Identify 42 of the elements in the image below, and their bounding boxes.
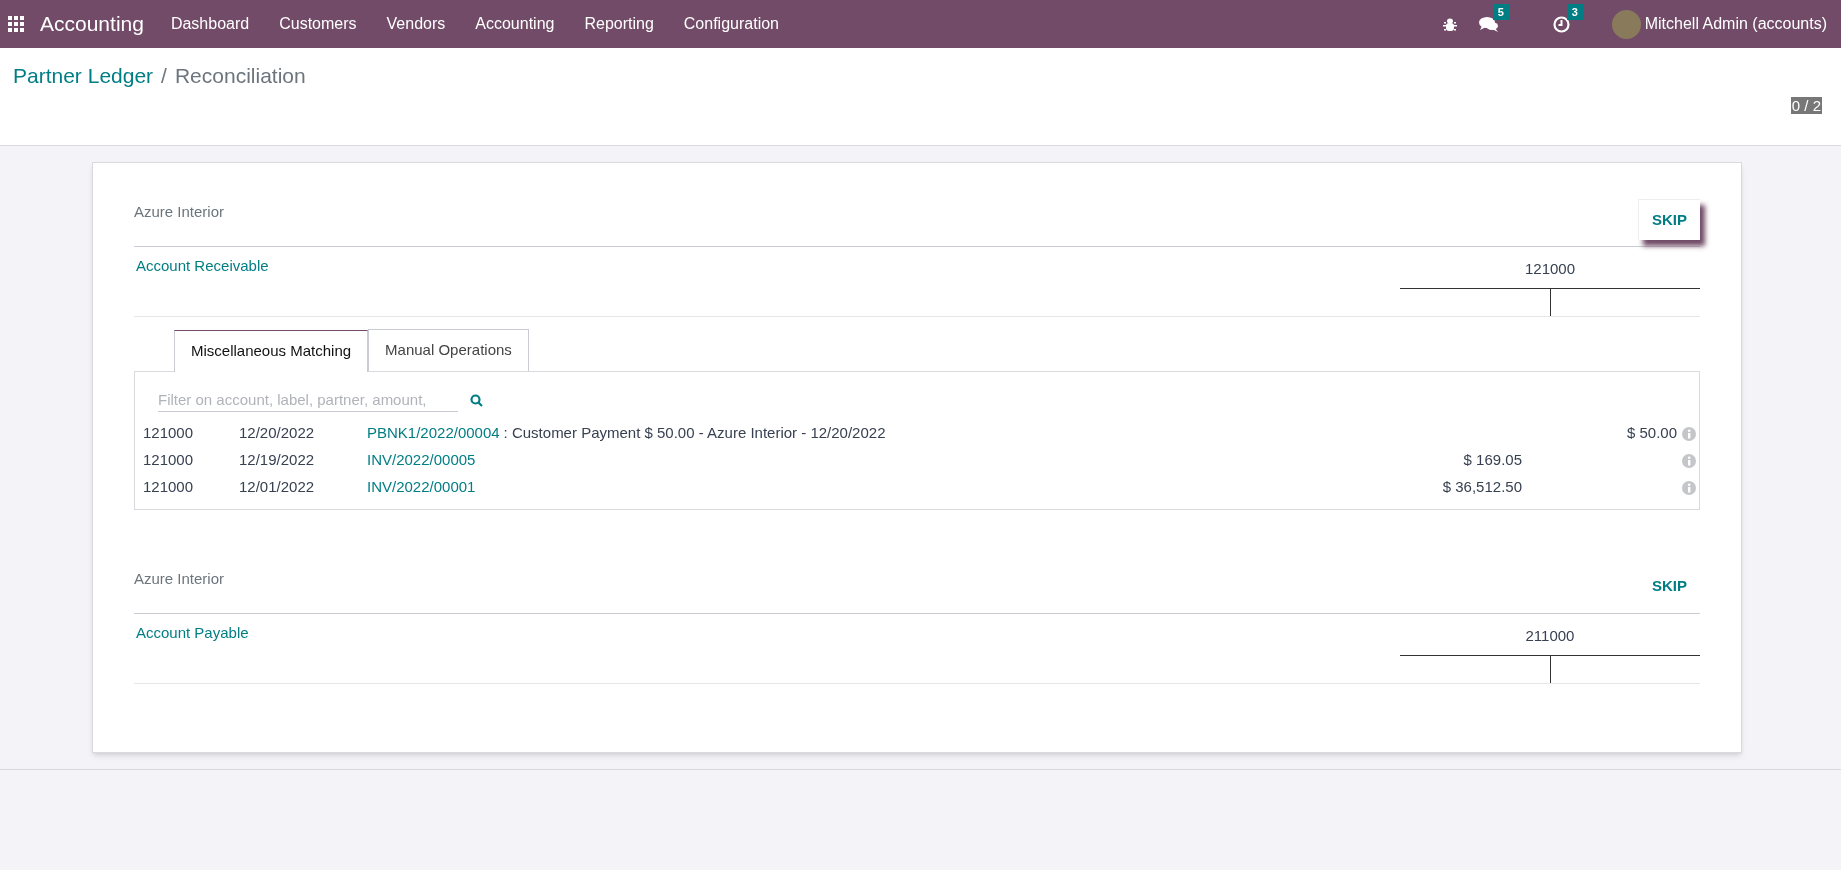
pager-counter: 0 / 2 <box>1790 97 1822 114</box>
breadcrumb-separator: / <box>161 63 167 89</box>
bug-icon[interactable] <box>1442 16 1457 32</box>
account-link[interactable]: Account Payable <box>136 622 249 645</box>
menu-item[interactable]: Vendors <box>371 12 461 36</box>
app-name[interactable]: Accounting <box>40 8 144 40</box>
account-code: 121000 <box>1524 259 1576 278</box>
credit-amount: $ 50.00 <box>1626 424 1677 442</box>
reference-link[interactable]: INV/2022/00005 <box>367 449 476 472</box>
reference-link[interactable]: PBNK1/2022/00004 <box>367 422 500 445</box>
search-icon[interactable] <box>470 393 483 407</box>
chat-icon[interactable] <box>1478 15 1499 33</box>
breadcrumb-link[interactable]: Partner Ledger <box>13 60 154 92</box>
menu-item[interactable]: Customers <box>264 12 372 36</box>
reference-link[interactable]: INV/2022/00001 <box>367 476 476 499</box>
account-link[interactable]: Account Receivable <box>136 255 269 278</box>
line-description: : Customer Payment $ 50.00 - Azure Interior - 12/20/2022 <box>503 423 886 444</box>
notification-badge: 3 <box>1566 3 1583 20</box>
partner-name: Azure Interior <box>134 569 225 589</box>
skip-button[interactable]: SKIP <box>1638 198 1700 241</box>
clock-icon[interactable] <box>1552 15 1570 33</box>
account-cell-text: 121000 <box>143 477 195 498</box>
account-cell-text: 121000 <box>143 423 195 444</box>
breadcrumb-current: Reconciliation <box>174 63 306 89</box>
menu-item[interactable]: Dashboard <box>155 12 265 36</box>
user-name[interactable]: Mitchell Admin (accounts) <box>1644 12 1827 36</box>
account-cell-text: 121000 <box>143 450 195 471</box>
tab[interactable]: Miscellaneous Matching <box>174 330 369 372</box>
date-cell-text: 12/01/2022 <box>239 477 316 498</box>
menu-item[interactable]: Configuration <box>668 12 794 36</box>
account-code: 211000 <box>1525 626 1575 645</box>
menu-item[interactable]: Accounting <box>460 12 570 36</box>
partner-name: Azure Interior <box>134 202 225 222</box>
notification-badge: 5 <box>1492 3 1509 20</box>
debit-amount: $ 169.05 <box>1463 451 1522 469</box>
date-cell-text: 12/19/2022 <box>239 450 316 471</box>
date-cell-text: 12/20/2022 <box>239 423 316 444</box>
tab[interactable]: Manual Operations <box>368 329 529 371</box>
apps-menu-icon[interactable] <box>8 16 24 32</box>
menu-item[interactable]: Reporting <box>569 12 669 36</box>
filter-field[interactable]: Filter on account, label, partner, amount, <box>158 388 458 412</box>
debit-amount: $ 36,512.50 <box>1442 478 1522 496</box>
